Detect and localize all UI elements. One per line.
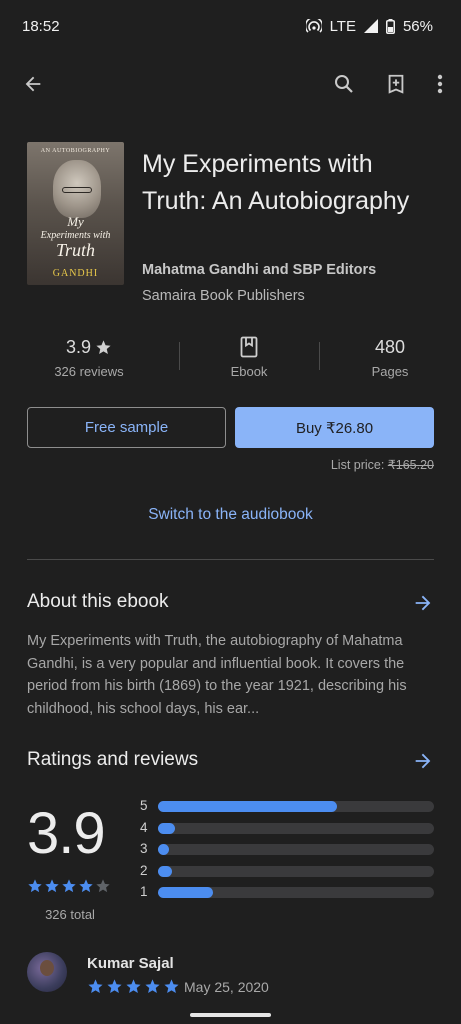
star-icon — [45, 879, 59, 893]
avatar[interactable] — [27, 952, 67, 992]
star-icon — [96, 339, 111, 354]
star-icon — [79, 879, 93, 893]
free-sample-button[interactable]: Free sample — [27, 407, 226, 448]
book-cover[interactable]: AN AUTOBIOGRAPHY My Experiments with Tru… — [27, 142, 124, 285]
stats-divider — [179, 342, 180, 370]
review-date: May 25, 2020 — [184, 979, 269, 995]
rating-bar-label: 1 — [140, 884, 148, 899]
ratings-arrow-icon[interactable] — [412, 750, 434, 772]
rating-bar-track — [158, 887, 434, 898]
rating-bar-fill — [158, 887, 214, 898]
rating-bar-row: 5 — [140, 796, 434, 818]
search-button[interactable] — [329, 69, 359, 99]
app-bar — [0, 58, 461, 110]
about-description[interactable]: My Experiments with Truth, the autobiogr… — [27, 630, 434, 720]
rating-average-stars — [27, 878, 111, 894]
cover-title-line3: Truth — [55, 240, 96, 260]
switch-to-audiobook-link[interactable]: Switch to the audiobook — [0, 506, 461, 524]
review-stars — [87, 978, 180, 995]
rating-bar-fill — [158, 844, 170, 855]
stat-pages: 480 Pages — [328, 334, 452, 380]
arrow-left-icon — [25, 76, 41, 92]
stat-format-label: Ebook — [230, 364, 268, 379]
list-price-prefix: List price: — [330, 458, 388, 472]
star-icon — [145, 979, 160, 994]
stat-format: Ebook — [187, 334, 311, 379]
battery-icon — [385, 18, 395, 34]
ebook-icon — [240, 336, 258, 358]
star-icon — [88, 979, 103, 994]
more-options-button[interactable] — [433, 69, 447, 99]
cover-top-text: AN AUTOBIOGRAPHY — [40, 148, 111, 154]
list-price: List price: ₹165.20 — [331, 457, 434, 472]
section-divider — [27, 559, 434, 560]
rating-average: 3.9 — [27, 801, 106, 866]
rating-bar-label: 3 — [140, 841, 148, 856]
cover-title-line1: My — [67, 214, 84, 229]
list-price-value: ₹165.20 — [387, 458, 434, 472]
rating-bar-row: 4 — [140, 818, 434, 840]
app-bar-actions — [329, 69, 447, 99]
rating-bar-track — [158, 865, 434, 877]
rating-bar-label: 4 — [140, 819, 148, 835]
star-icon — [62, 879, 76, 893]
back-button[interactable] — [18, 69, 48, 99]
stat-reviews-label: 326 reviews — [54, 364, 124, 379]
cover-author: GANDHI — [52, 268, 99, 279]
book-publisher: Samaira Book Publishers — [142, 288, 305, 304]
rating-bar-fill — [158, 801, 338, 812]
rating-bar-row: 2 — [140, 861, 434, 883]
stat-pages-label: Pages — [371, 364, 409, 379]
stat-rating-value: 3.9 — [65, 336, 92, 357]
search-icon — [335, 75, 353, 93]
rating-total: 326 total — [45, 907, 95, 922]
stat-rating: 3.9 326 reviews — [27, 334, 151, 380]
book-author[interactable]: Mahatma Gandhi and SBP Editors — [142, 262, 376, 278]
network-label: LTE — [329, 17, 356, 35]
rating-bar-row: 1 — [140, 882, 434, 904]
hotspot-icon — [305, 19, 322, 33]
about-arrow-icon[interactable] — [412, 592, 434, 614]
star-icon — [107, 979, 122, 994]
status-bar: 18:52 LTE 56% — [0, 0, 461, 52]
bookmark-add-icon — [388, 74, 404, 94]
rating-bar-fill — [158, 822, 175, 834]
rating-bar-track — [158, 844, 434, 855]
about-title: About this ebook — [27, 591, 169, 612]
more-vert-icon — [437, 74, 443, 94]
star-icon — [28, 879, 42, 893]
rating-bar-label: 2 — [140, 862, 148, 878]
cover-portrait-glasses — [62, 187, 92, 193]
star-icon — [164, 979, 179, 994]
rating-bar-track — [158, 801, 434, 812]
rating-bar-fill — [158, 865, 172, 877]
wishlist-button[interactable] — [381, 69, 411, 99]
stat-pages-value: 480 — [374, 336, 406, 357]
rating-bar-label: 5 — [140, 798, 148, 813]
rating-bar-track — [158, 822, 434, 834]
buy-button[interactable]: Buy ₹26.80 — [235, 407, 434, 448]
ratings-title: Ratings and reviews — [27, 749, 199, 770]
star-icon — [126, 979, 141, 994]
battery-label: 56% — [402, 17, 433, 35]
book-stats: 3.9 326 reviews Ebook 480 Pages — [0, 334, 461, 384]
star-icon — [96, 879, 110, 893]
gesture-bar[interactable] — [190, 1013, 271, 1017]
rating-bar-row: 3 — [140, 839, 434, 861]
reviewer-name: Kumar Sajal — [87, 955, 174, 972]
status-time: 18:52 — [22, 17, 60, 35]
status-icons: LTE 56% — [305, 17, 433, 35]
signal-icon — [363, 19, 378, 33]
stats-divider — [319, 342, 320, 370]
book-title: My Experiments with Truth: An Autobiogra… — [142, 150, 410, 215]
